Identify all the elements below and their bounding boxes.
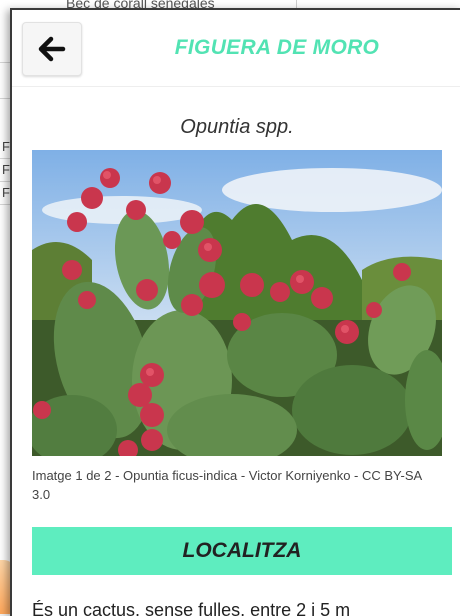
cactus-photo xyxy=(32,150,442,456)
photo-caption: Imatge 1 de 2 - Opuntia ficus-indica - V… xyxy=(32,468,422,502)
arrow-left-icon xyxy=(38,36,66,62)
scientific-name: Opuntia spp. xyxy=(180,116,294,138)
locate-button[interactable]: LOCALITZA xyxy=(32,527,452,575)
modal-header: FIGUERA DE MORO xyxy=(12,10,460,87)
back-button[interactable] xyxy=(22,22,82,76)
page-title: FIGUERA DE MORO xyxy=(174,36,380,59)
species-photo[interactable] xyxy=(32,150,442,456)
asterisk-icon: * xyxy=(455,0,460,5)
species-detail-modal: FIGUERA DE MORO Opuntia spp. Imatge 1 de… xyxy=(10,8,460,616)
